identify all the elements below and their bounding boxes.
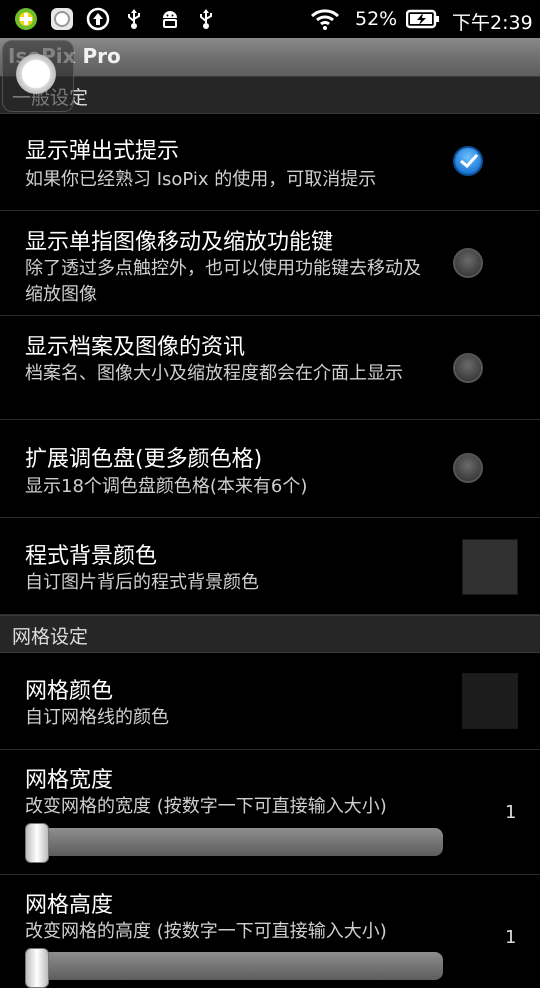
grid-height-slider-thumb[interactable] [25, 948, 49, 988]
pref-summary: 自订网格线的颜色 [25, 707, 169, 728]
pref-title: 网格颜色 [25, 679, 114, 704]
grid-width-slider-track[interactable] [25, 828, 443, 856]
pref-summary: 档案名、图像大小及缩放程度都会在介面上显示 [25, 363, 403, 384]
status-bar: 52% 下午2:39 [0, 0, 540, 38]
pref-background-color[interactable]: 程式背景颜色 自订图片背后的程式背景颜色 [0, 518, 540, 615]
checkbox-extended-palette[interactable] [453, 453, 483, 483]
pref-grid-color[interactable]: 网格颜色 自订网格线的颜色 [0, 652, 540, 750]
grid-height-slider-track[interactable] [25, 952, 443, 980]
app-title-bar: IsoPix Pro [0, 38, 540, 76]
pref-extended-palette[interactable]: 扩展调色盘(更多颜色格) 显示18个调色盘颜色格(本来有6个) [0, 420, 540, 518]
upload-icon [86, 7, 110, 31]
pref-title: 显示档案及图像的资讯 [25, 335, 246, 360]
clock: 下午2:39 [452, 12, 533, 34]
pref-title: 网格宽度 [25, 768, 114, 793]
android-debug-icon [158, 7, 182, 31]
section-header-grid: 网格设定 [0, 615, 540, 653]
section-header-label: 网格设定 [12, 626, 89, 648]
pref-grid-width[interactable]: 网格宽度 改变网格的宽度 (按数字一下可直接输入大小) 1 [0, 750, 540, 875]
pref-summary: 除了透过多点触控外，也可以使用功能键去移动及缩放图像 [25, 258, 421, 305]
pref-popup-hints[interactable]: 显示弹出式提示 如果你已经熟习 IsoPix 的使用，可取消提示 [0, 113, 540, 211]
pref-title: 扩展调色盘(更多颜色格) [25, 447, 263, 472]
pref-summary: 显示18个调色盘颜色格(本来有6个) [25, 476, 308, 497]
pref-title: 显示单指图像移动及缩放功能键 [25, 230, 334, 255]
battery-percent: 52% [355, 8, 398, 30]
pref-title: 显示弹出式提示 [25, 139, 180, 164]
usb-icon [194, 7, 218, 31]
pref-summary: 如果你已经熟习 IsoPix 的使用，可取消提示 [25, 169, 377, 190]
battery-charging-icon [405, 7, 440, 31]
app-plus-icon [14, 7, 38, 31]
pref-single-finger-keys[interactable]: 显示单指图像移动及缩放功能键 除了透过多点触控外，也可以使用功能键去移动及缩放图… [0, 211, 540, 316]
wifi-icon [310, 7, 340, 31]
pref-summary: 改变网格的高度 (按数字一下可直接输入大小) [25, 921, 387, 942]
checkbox-single-finger-keys[interactable] [453, 248, 483, 278]
grid-color-swatch[interactable] [462, 673, 518, 729]
section-header-general: 一般设定 [0, 76, 540, 114]
pref-summary: 自订图片背后的程式背景颜色 [25, 572, 259, 593]
grid-height-value[interactable]: 1 [505, 927, 516, 948]
background-color-swatch[interactable] [462, 539, 518, 595]
assistive-touch-icon [16, 54, 56, 94]
checkbox-popup-hints[interactable] [453, 146, 483, 176]
pref-title: 程式背景颜色 [25, 544, 158, 569]
pref-summary: 改变网格的宽度 (按数字一下可直接输入大小) [25, 796, 387, 817]
pref-grid-height[interactable]: 网格高度 改变网格的高度 (按数字一下可直接输入大小) 1 [0, 875, 540, 988]
circle-app-icon [50, 7, 74, 31]
pref-file-info[interactable]: 显示档案及图像的资讯 档案名、图像大小及缩放程度都会在介面上显示 [0, 316, 540, 420]
checkmark-icon [460, 153, 479, 169]
usb-icon [122, 7, 146, 31]
grid-width-value[interactable]: 1 [505, 802, 516, 823]
checkbox-file-info[interactable] [453, 353, 483, 383]
floating-assistive-button[interactable] [2, 40, 74, 112]
grid-width-slider-thumb[interactable] [25, 823, 49, 863]
pref-title: 网格高度 [25, 893, 114, 918]
